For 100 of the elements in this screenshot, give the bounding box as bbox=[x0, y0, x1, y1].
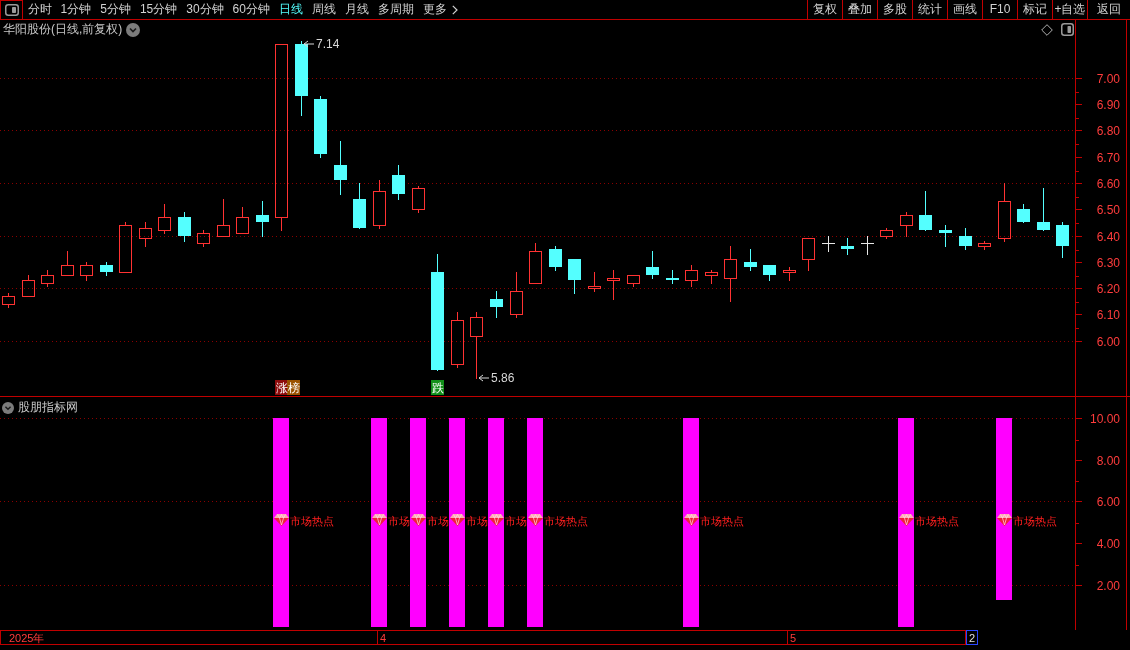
candlestick bbox=[2, 292, 15, 309]
axis-label: 6.50 bbox=[1096, 202, 1120, 217]
gem-icon bbox=[997, 514, 1012, 526]
candlestick bbox=[900, 211, 913, 238]
axis-label: 8.00 bbox=[1096, 453, 1120, 468]
panel-button[interactable] bbox=[0, 0, 23, 19]
axis-label: 4.00 bbox=[1096, 536, 1120, 551]
candlestick bbox=[197, 229, 210, 248]
signal-label: 市场热点 bbox=[544, 515, 588, 527]
candlestick bbox=[217, 198, 230, 237]
signal-label: 市场 bbox=[427, 515, 449, 527]
axis-label: 6.70 bbox=[1096, 150, 1120, 165]
period-tab[interactable]: 日线 bbox=[274, 0, 308, 19]
candlestick bbox=[100, 261, 113, 277]
signal-badge: 跌 bbox=[431, 380, 444, 395]
candlestick bbox=[607, 269, 620, 301]
candlestick bbox=[880, 227, 893, 240]
gem-icon bbox=[372, 514, 387, 526]
gem-icon bbox=[684, 514, 699, 526]
candlestick bbox=[705, 269, 718, 285]
axis-label: 6.00 bbox=[1096, 334, 1120, 349]
candlestick bbox=[22, 274, 35, 297]
candlestick bbox=[666, 269, 679, 285]
signal-badge: 涨榜 bbox=[275, 380, 300, 395]
axis-label: 6.20 bbox=[1096, 281, 1120, 296]
candlestick bbox=[236, 206, 249, 234]
price-label: 5.86 bbox=[491, 371, 515, 385]
period-tab[interactable]: 1分钟 bbox=[56, 0, 96, 19]
candlestick bbox=[959, 227, 972, 251]
gem-icon bbox=[899, 514, 914, 526]
axis-label: 2.00 bbox=[1096, 578, 1120, 593]
indicator-title: 股朋指标网 bbox=[18, 400, 78, 415]
toolbar-button[interactable]: 画线 bbox=[947, 0, 982, 19]
chevron-right-icon bbox=[451, 4, 458, 15]
toolbar-button[interactable]: +自选 bbox=[1052, 0, 1087, 19]
date-label: 5 bbox=[790, 632, 797, 644]
axis-label: 6.30 bbox=[1096, 255, 1120, 270]
period-tab[interactable]: 5分钟 bbox=[95, 0, 136, 19]
axis-label: 6.90 bbox=[1096, 97, 1120, 112]
candlestick bbox=[783, 266, 796, 282]
candlestick bbox=[821, 235, 836, 253]
period-tab[interactable]: 15分钟 bbox=[135, 0, 182, 19]
period-tab[interactable]: 分时 bbox=[23, 0, 56, 19]
toolbar-button[interactable]: 多股 bbox=[877, 0, 912, 19]
candlestick bbox=[139, 221, 152, 248]
period-tab[interactable]: 周线 bbox=[307, 0, 341, 19]
candlestick bbox=[627, 275, 640, 288]
axis-label: 6.00 bbox=[1096, 494, 1120, 509]
diamond-icon[interactable] bbox=[1041, 23, 1053, 36]
toolbar-button[interactable]: F10 bbox=[982, 0, 1017, 19]
candlestick bbox=[314, 95, 327, 159]
panel-icon[interactable] bbox=[1061, 23, 1074, 36]
signal-label: 市场热点 bbox=[290, 515, 334, 527]
date-cursor-label: 2 bbox=[966, 630, 978, 645]
candlestick bbox=[158, 203, 171, 235]
toolbar-button[interactable]: 叠加 bbox=[842, 0, 877, 19]
period-tab[interactable]: 月线 bbox=[340, 0, 374, 19]
chevron-down-icon[interactable] bbox=[2, 401, 14, 414]
candlestick bbox=[490, 290, 503, 319]
candlestick bbox=[61, 250, 74, 276]
chart-title: 华阳股份(日线,前复权) bbox=[3, 22, 123, 37]
candlestick bbox=[256, 200, 269, 238]
more-menu-button[interactable]: 更多 bbox=[418, 0, 463, 19]
arrow-icon bbox=[303, 40, 315, 48]
candlestick bbox=[510, 271, 523, 319]
signal-label: 市场 bbox=[388, 515, 410, 527]
toolbar-button[interactable]: 统计 bbox=[912, 0, 947, 19]
candlestick bbox=[939, 224, 952, 248]
period-tab[interactable]: 30分钟 bbox=[181, 0, 229, 19]
candlestick bbox=[860, 235, 875, 256]
candlestick bbox=[451, 311, 464, 369]
gem-icon bbox=[411, 514, 426, 526]
date-label: 2025年 bbox=[9, 632, 45, 644]
panel-icon bbox=[4, 4, 19, 16]
toolbar-button[interactable]: 标记 bbox=[1017, 0, 1052, 19]
toolbar-button[interactable]: 返回 bbox=[1087, 0, 1130, 19]
candlestick bbox=[470, 311, 483, 380]
gem-icon bbox=[274, 514, 289, 526]
toolbar-button[interactable]: 复权 bbox=[807, 0, 842, 19]
signal-label: 市场热点 bbox=[700, 515, 744, 527]
chevron-down-icon[interactable] bbox=[126, 22, 141, 37]
candlestick bbox=[978, 240, 991, 251]
candlestick bbox=[841, 237, 854, 256]
price-label: 7.14 bbox=[316, 37, 340, 51]
candlestick bbox=[1037, 187, 1050, 232]
period-tab[interactable]: 60分钟 bbox=[228, 0, 275, 19]
gem-icon bbox=[450, 514, 465, 526]
axis-label: 6.40 bbox=[1096, 229, 1120, 244]
signal-label: 市场 bbox=[466, 515, 488, 527]
axis-label: 6.60 bbox=[1096, 176, 1120, 191]
axis-label: 6.80 bbox=[1096, 123, 1120, 138]
gem-icon bbox=[528, 514, 543, 526]
candlestick bbox=[334, 140, 347, 196]
arrow-icon bbox=[478, 374, 490, 382]
gem-icon bbox=[489, 514, 504, 526]
period-tab[interactable]: 多周期 bbox=[373, 0, 419, 19]
candlestick bbox=[412, 185, 425, 214]
candlestick bbox=[568, 258, 581, 295]
axis-label: 10.00 bbox=[1089, 411, 1120, 426]
candlestick bbox=[646, 250, 659, 280]
